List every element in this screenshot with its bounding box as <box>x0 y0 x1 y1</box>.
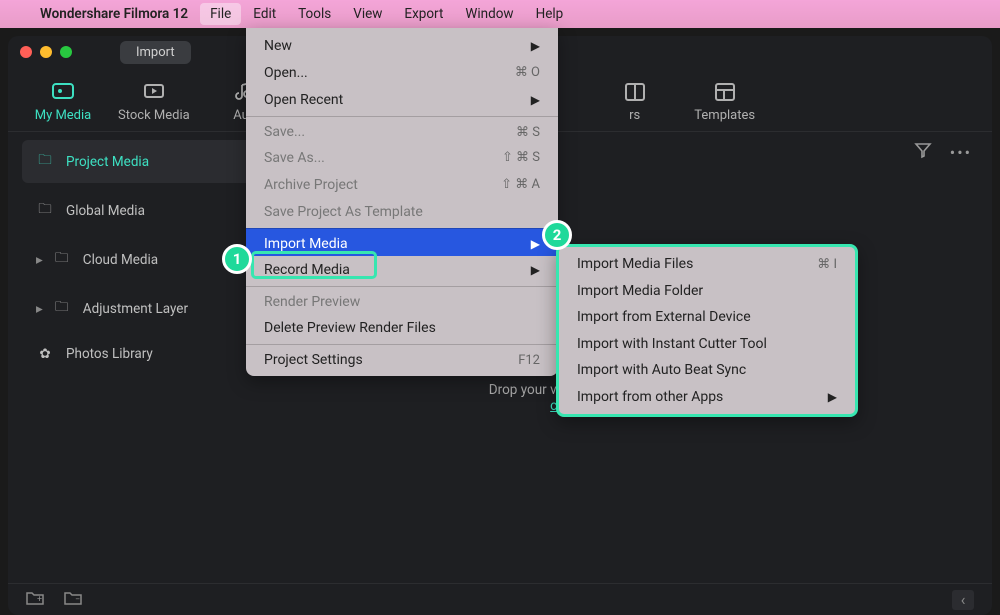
folder-icon: 🗀 <box>36 199 54 222</box>
sidebar-item-label: Photos Library <box>66 346 153 362</box>
close-window-button[interactable] <box>20 46 32 58</box>
maximize-window-button[interactable] <box>60 46 72 58</box>
tab-label: rs <box>629 108 640 123</box>
chevron-right-icon: ▸ <box>36 252 43 268</box>
chevron-right-icon: ▶ <box>828 390 837 404</box>
chevron-right-icon: ▶ <box>531 93 540 107</box>
chevron-right-icon: ▸ <box>36 301 43 317</box>
menu-item-delete-preview[interactable]: Delete Preview Render Files <box>246 314 558 341</box>
submenu-item-auto-beat-sync[interactable]: Import with Auto Beat Sync <box>559 357 855 384</box>
tab-my-media[interactable]: My Media <box>28 80 98 123</box>
menu-item-render-preview: Render Preview <box>246 286 558 314</box>
menu-item-save-template: Save Project As Template <box>246 198 558 225</box>
remove-folder-icon[interactable]: − <box>64 590 82 610</box>
menu-item-new[interactable]: New▶ <box>246 32 558 59</box>
sidebar-item-cloud-media[interactable]: ▸ 🗀 Cloud Media <box>22 238 254 281</box>
bottombar: + − ‹ <box>8 583 992 615</box>
submenu-item-instant-cutter[interactable]: Import with Instant Cutter Tool <box>559 331 855 358</box>
tab-stock-media[interactable]: Stock Media <box>118 80 190 123</box>
menu-item-project-settings[interactable]: Project SettingsF12 <box>246 344 558 372</box>
new-folder-icon[interactable]: + <box>26 590 44 610</box>
sidebar-item-label: Global Media <box>66 203 145 219</box>
layout-icon <box>623 80 647 104</box>
sidebar-item-project-media[interactable]: 🗀 Project Media <box>22 140 254 183</box>
mac-menubar: Wondershare Filmora 12 File Edit Tools V… <box>0 0 1000 28</box>
tab-label: Stock Media <box>118 108 190 123</box>
menubar-item-help[interactable]: Help <box>536 6 564 22</box>
menubar-item-window[interactable]: Window <box>465 6 513 22</box>
tab-label: Templates <box>694 108 755 123</box>
sidebar-item-label: Cloud Media <box>83 252 158 268</box>
menu-item-open-recent[interactable]: Open Recent▶ <box>246 86 558 113</box>
submenu-item-other-apps[interactable]: Import from other Apps▶ <box>559 384 855 411</box>
window-controls <box>20 46 72 58</box>
folder-icon: 🗀 <box>53 248 71 271</box>
menubar-item-edit[interactable]: Edit <box>253 6 276 22</box>
collapse-panel-button[interactable]: ‹ <box>952 590 974 610</box>
submenu-item-import-files[interactable]: Import Media Files⌘ I <box>559 251 855 278</box>
menu-item-save: Save...⌘ S <box>246 116 558 144</box>
submenu-item-import-folder[interactable]: Import Media Folder <box>559 278 855 305</box>
templates-icon <box>713 80 737 104</box>
tab-unknown-rs[interactable]: rs <box>600 80 670 123</box>
minimize-window-button[interactable] <box>40 46 52 58</box>
chevron-right-icon: ▶ <box>531 263 540 277</box>
chevron-right-icon: ▶ <box>531 237 540 251</box>
svg-text:−: − <box>75 595 80 605</box>
sidebar-item-photos-library[interactable]: ✿ Photos Library <box>22 336 254 372</box>
sidebar-item-adjustment-layer[interactable]: ▸ 🗀 Adjustment Layer <box>22 287 254 330</box>
menubar-item-tools[interactable]: Tools <box>298 6 331 22</box>
photos-icon: ✿ <box>36 346 54 362</box>
menu-item-archive-project: Archive Project⇧ ⌘ A <box>246 171 558 198</box>
callout-badge-2: 2 <box>542 220 572 250</box>
sidebar-item-label: Project Media <box>66 154 149 170</box>
file-menu: New▶ Open...⌘ O Open Recent▶ Save...⌘ S … <box>246 28 558 376</box>
media-icon <box>51 80 75 104</box>
menubar-item-file[interactable]: File <box>200 3 241 25</box>
sidebar: 🗀 Project Media 🗀 Global Media ▸ 🗀 Cloud… <box>8 132 268 577</box>
filter-icon[interactable] <box>914 141 932 163</box>
more-icon[interactable]: ••• <box>950 143 972 162</box>
import-media-submenu: Import Media Files⌘ I Import Media Folde… <box>556 244 858 417</box>
sidebar-item-global-media[interactable]: 🗀 Global Media <box>22 189 254 232</box>
svg-text:+: + <box>37 595 42 605</box>
chevron-right-icon: ▶ <box>531 39 540 53</box>
menubar-item-export[interactable]: Export <box>404 6 443 22</box>
folder-icon: 🗀 <box>36 150 54 173</box>
menubar-item-view[interactable]: View <box>353 6 382 22</box>
submenu-item-import-external[interactable]: Import from External Device <box>559 304 855 331</box>
tab-templates[interactable]: Templates <box>690 80 760 123</box>
menu-item-record-media[interactable]: Record Media▶ <box>246 256 558 283</box>
folder-icon: 🗀 <box>53 297 71 320</box>
callout-badge-1: 1 <box>222 244 252 274</box>
tab-label: My Media <box>35 108 92 123</box>
menu-item-open[interactable]: Open...⌘ O <box>246 59 558 86</box>
app-name[interactable]: Wondershare Filmora 12 <box>40 6 188 22</box>
import-button[interactable]: Import <box>120 41 191 64</box>
menu-item-save-as: Save As...⇧ ⌘ S <box>246 144 558 171</box>
menu-item-import-media[interactable]: Import Media▶ <box>246 228 558 256</box>
sidebar-item-label: Adjustment Layer <box>83 301 188 317</box>
cloud-media-icon <box>142 80 166 104</box>
